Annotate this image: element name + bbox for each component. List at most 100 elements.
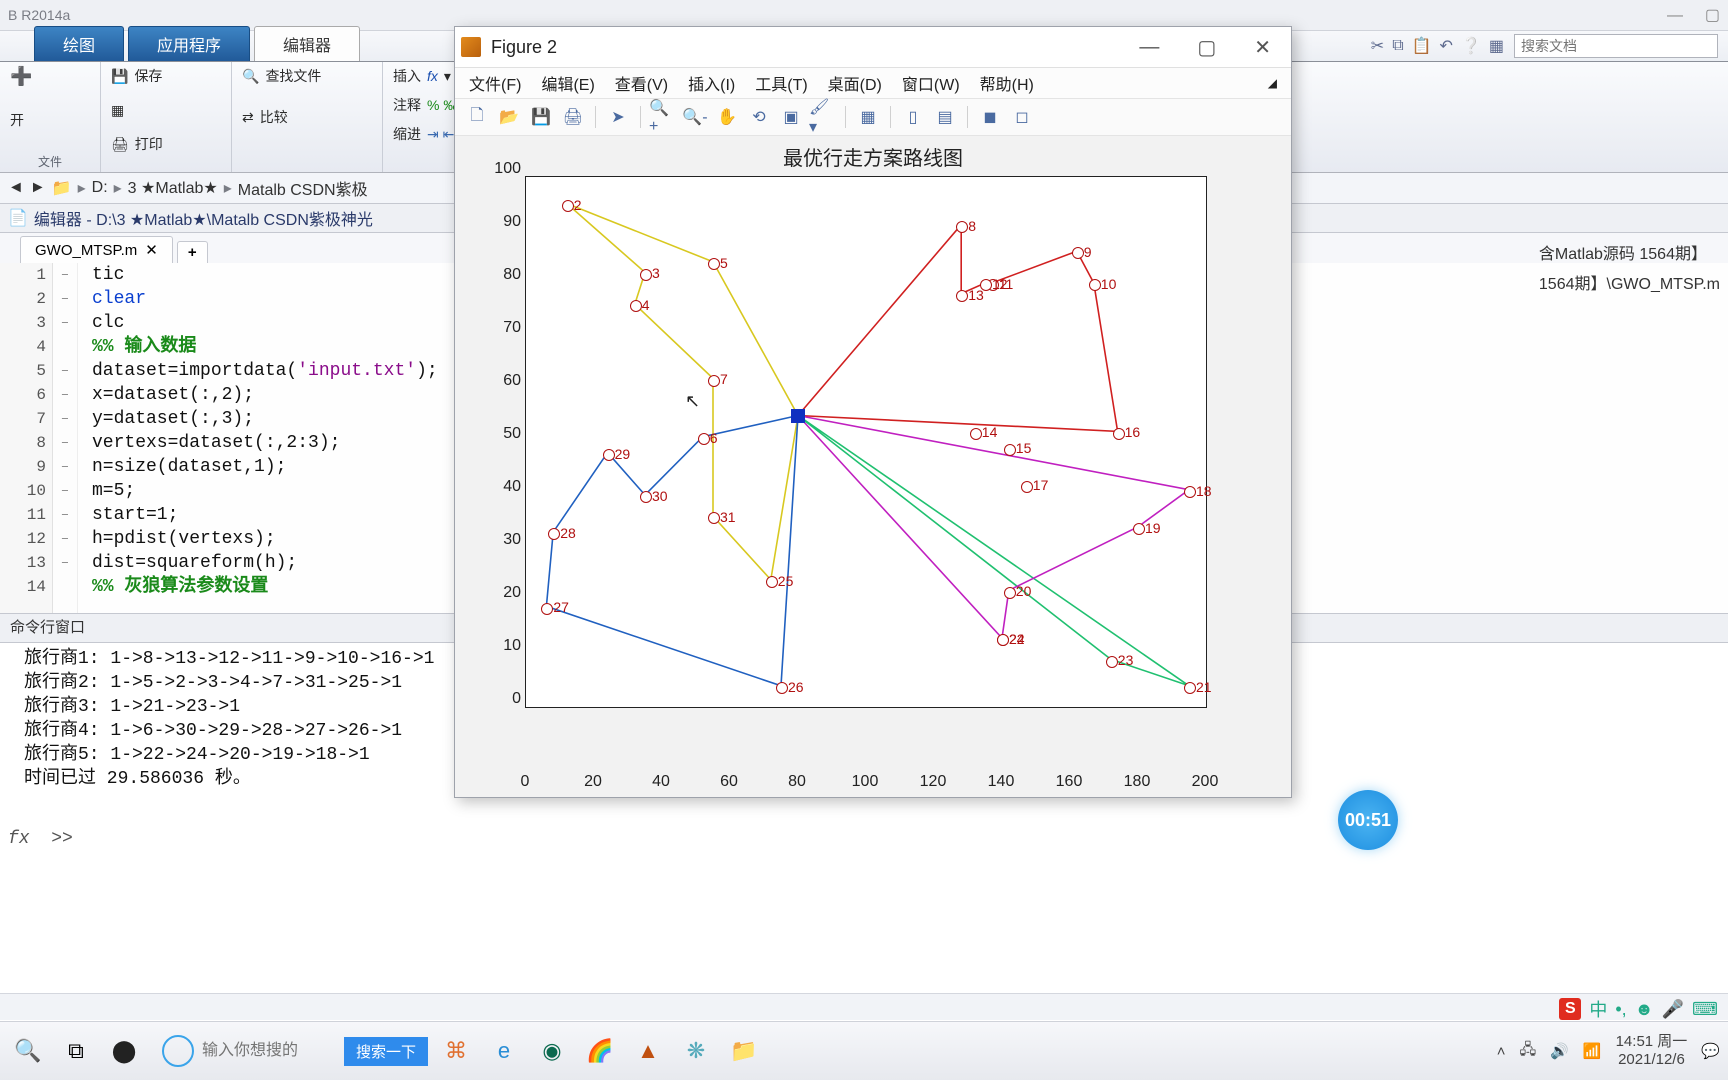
file-tab-active[interactable]: GWO_MTSP.m ✕ — [20, 236, 173, 263]
insert-label[interactable]: 插入 — [393, 66, 421, 86]
menu-edit[interactable]: 编辑(E) — [541, 71, 594, 95]
ie-icon[interactable] — [162, 1035, 194, 1067]
menu-tools[interactable]: 工具(T) — [755, 71, 807, 95]
clock-time: 14:51 周一 — [1616, 1033, 1688, 1051]
ime-mic-icon[interactable]: 🎤 — [1662, 999, 1684, 1020]
edge-legacy-icon[interactable]: e — [484, 1031, 524, 1071]
menu-desktop[interactable]: 桌面(D) — [828, 71, 882, 95]
matlab-taskbar-icon[interactable]: ▲ — [628, 1031, 668, 1071]
chart-node: 13 — [956, 287, 984, 303]
open-label[interactable]: 开 — [10, 110, 90, 130]
taskbar-search[interactable]: 搜索一下 — [162, 1035, 428, 1067]
fig-link-icon[interactable]: ▦ — [854, 103, 882, 131]
code-text[interactable]: tic clear clc %% 输入数据 dataset=importdata… — [78, 263, 438, 613]
fig-pan-icon[interactable]: ✋ — [713, 103, 741, 131]
taskbar-clock[interactable]: 14:51 周一 2021/12/6 — [1616, 1033, 1688, 1069]
fig-minimize-icon[interactable]: — — [1125, 32, 1173, 63]
figure-window[interactable]: Figure 2 — ▢ ✕ 文件(F) 编辑(E) 查看(V) 插入(I) 工… — [454, 26, 1292, 798]
add-tab-button[interactable]: + — [177, 241, 208, 263]
chart-node: 19 — [1133, 520, 1161, 536]
task-view-icon[interactable]: ⧉ — [56, 1031, 96, 1071]
fig-zoomin-icon[interactable]: 🔍+ — [649, 103, 677, 131]
taskbar-search-input[interactable] — [200, 1041, 344, 1061]
paste-icon[interactable]: 📋 — [1412, 36, 1432, 56]
fig-pointer-icon[interactable]: ➤ — [604, 103, 632, 131]
figure-titlebar[interactable]: Figure 2 — ▢ ✕ — [455, 27, 1291, 68]
ime-dot-icon[interactable]: •, — [1615, 999, 1626, 1020]
menu-window[interactable]: 窗口(W) — [902, 71, 960, 95]
command-prompt[interactable]: fx >> — [0, 829, 1728, 849]
browser-icon[interactable]: 🌈 — [580, 1031, 620, 1071]
tray-wifi-icon[interactable]: 📶 — [1583, 1042, 1602, 1060]
ime-kbd-icon[interactable]: ⌨ — [1692, 999, 1718, 1020]
tab-plot[interactable]: 绘图 — [34, 26, 124, 61]
close-tab-icon[interactable]: ✕ — [145, 241, 158, 259]
fig-datatip-icon[interactable]: ▣ — [777, 103, 805, 131]
windows-taskbar[interactable]: 🔍 ⧉ ⬤ 搜索一下 ⌘ e ◉ 🌈 ▲ ❋ 📁 ˄ 🖧 🔊 📶 14:51 周… — [0, 1021, 1728, 1080]
search-docs-input[interactable] — [1514, 34, 1718, 58]
save-label[interactable]: 保存 — [134, 66, 162, 86]
notification-icon[interactable]: 💬 — [1701, 1042, 1720, 1060]
start-search-icon[interactable]: 🔍 — [8, 1031, 48, 1071]
find-icon[interactable]: 🔍 — [242, 68, 259, 85]
chart-node: 12 — [980, 276, 1008, 292]
menu-help[interactable]: 帮助(H) — [980, 71, 1034, 95]
obs-icon[interactable]: ⬤ — [104, 1031, 144, 1071]
system-tray[interactable]: ˄ 🖧 🔊 📶 14:51 周一 2021/12/6 💬 — [1497, 1033, 1720, 1069]
fig-colorbar-icon[interactable]: ▯ — [899, 103, 927, 131]
fig-maximize-icon[interactable]: ▢ — [1183, 31, 1230, 64]
tab-apps[interactable]: 应用程序 — [128, 26, 250, 61]
fig-save-icon[interactable]: 💾 — [527, 103, 555, 131]
ime-lang[interactable]: 中 — [1589, 996, 1607, 1022]
print-label[interactable]: 打印 — [135, 134, 163, 154]
fig-print-icon[interactable]: 🖨 — [559, 103, 587, 131]
fig-new-icon[interactable]: 🗋 — [463, 103, 491, 131]
new-icon[interactable]: ➕ — [10, 66, 32, 87]
tray-up-icon[interactable]: ˄ — [1497, 1043, 1506, 1060]
fig-open-icon[interactable]: 📂 — [495, 103, 523, 131]
undo-icon[interactable]: ↶ — [1440, 36, 1453, 56]
layout-icon[interactable]: ▦ — [1489, 36, 1504, 56]
edge-icon[interactable]: ◉ — [532, 1031, 572, 1071]
find-label[interactable]: 查找文件 — [265, 66, 321, 86]
save-icon[interactable]: 💾 — [111, 68, 128, 85]
fig-undock-icon[interactable]: ◻ — [1008, 103, 1036, 131]
app-icon-2[interactable]: ❋ — [676, 1031, 716, 1071]
maximize-icon[interactable]: ▢ — [1705, 7, 1720, 24]
copy-icon[interactable]: ⧉ — [1392, 37, 1403, 55]
fig-close-icon[interactable]: ✕ — [1240, 31, 1285, 64]
addr-seg3[interactable]: Matalb CSDN紫极 — [238, 176, 368, 200]
editor-title-text: 编辑器 - D:\3 ★Matlab★\Matalb CSDN紫极神光 — [34, 206, 373, 230]
menu-view[interactable]: 查看(V) — [615, 71, 668, 95]
menu-more-icon[interactable]: ◢ — [1268, 76, 1277, 90]
fig-zoomout-icon[interactable]: 🔍- — [681, 103, 709, 131]
tray-vol-icon[interactable]: 🔊 — [1550, 1042, 1569, 1060]
tab-editor[interactable]: 编辑器 — [254, 26, 360, 61]
back-icon[interactable]: ◄ — [8, 179, 24, 197]
help-icon[interactable]: ❔ — [1461, 36, 1481, 56]
fold-gutter: –––––––––––– — [53, 263, 78, 613]
print-icon[interactable]: 🖨 — [111, 136, 129, 153]
menu-file[interactable]: 文件(F) — [469, 71, 521, 95]
indent-label[interactable]: 缩进 — [393, 124, 421, 144]
menu-insert[interactable]: 插入(I) — [688, 71, 735, 95]
comment-label[interactable]: 注释 — [393, 95, 421, 115]
fig-legend-icon[interactable]: ▤ — [931, 103, 959, 131]
addr-seg1[interactable]: D: — [92, 179, 108, 197]
fig-brush-icon[interactable]: 🖌▾ — [809, 103, 837, 131]
fwd-icon[interactable]: ► — [30, 179, 46, 197]
fig-rotate-icon[interactable]: ⟲ — [745, 103, 773, 131]
ime-face-icon[interactable]: ☻ — [1635, 999, 1654, 1020]
compare-label[interactable]: 比较 — [260, 107, 288, 127]
addr-seg2[interactable]: 3 ★Matlab★ — [128, 178, 218, 198]
tray-net-icon[interactable]: 🖧 — [1519, 1039, 1536, 1064]
explorer-icon[interactable]: 📁 — [724, 1031, 764, 1071]
sogou-ime-icon[interactable]: S — [1559, 998, 1581, 1020]
cut-icon[interactable]: ✂ — [1371, 36, 1384, 56]
taskbar-search-button[interactable]: 搜索一下 — [344, 1037, 428, 1066]
compare-icon2[interactable]: ⇄ — [242, 109, 254, 126]
chart-node: 3 — [640, 265, 660, 281]
app-icon-1[interactable]: ⌘ — [436, 1031, 476, 1071]
fig-dock-icon[interactable]: ◼ — [976, 103, 1004, 131]
minimize-icon[interactable]: — — [1667, 7, 1683, 24]
